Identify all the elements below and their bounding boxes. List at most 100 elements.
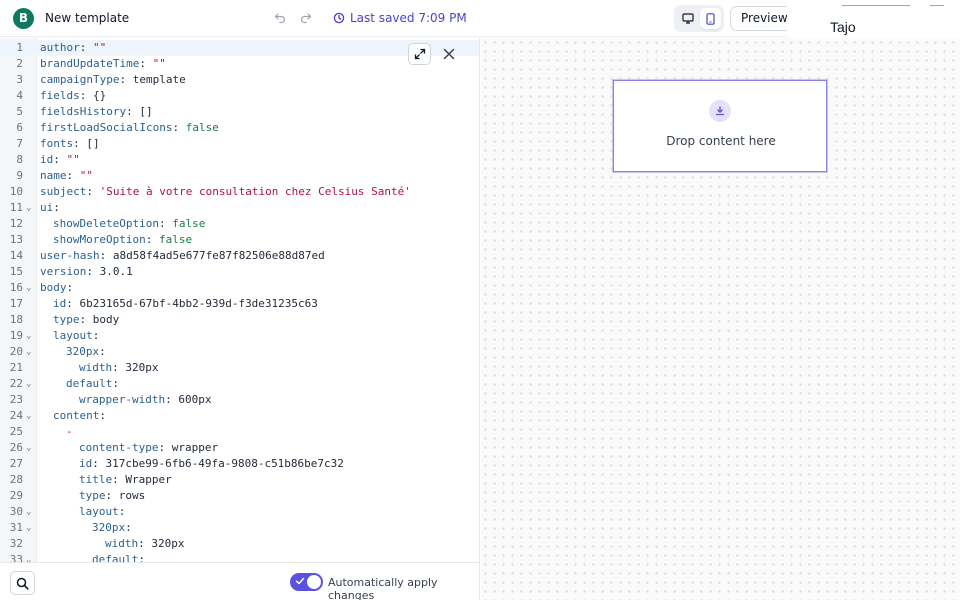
- code-line[interactable]: 12 showDeleteOption: false: [0, 216, 479, 232]
- line-number: 4: [16, 89, 23, 102]
- code-line[interactable]: 10 subject: 'Suite à votre consultation c…: [0, 184, 479, 200]
- code-line[interactable]: 21 width: 320px: [0, 360, 479, 376]
- code-text: wrapper-width: 600px: [79, 393, 212, 406]
- line-number: 2: [16, 57, 23, 70]
- line-number: 12: [9, 217, 23, 230]
- code-line[interactable]: 3 campaignType: template: [0, 72, 479, 88]
- auto-apply-label: Automatically apply changes: [328, 576, 438, 600]
- expand-icon: [414, 48, 425, 60]
- code-line[interactable]: 24 ⌄ content:: [0, 408, 479, 424]
- code-line[interactable]: 20 ⌄ 320px:: [0, 344, 479, 360]
- template-name[interactable]: New template: [45, 11, 129, 25]
- popover-text[interactable]: Tajo: [830, 19, 856, 35]
- code-value: 600px: [178, 393, 212, 406]
- code-key: id: [79, 457, 93, 470]
- code-line[interactable]: 23 wrapper-width: 600px: [0, 392, 479, 408]
- code-key: body: [40, 281, 67, 294]
- fold-chevron-icon[interactable]: ⌄: [26, 552, 35, 562]
- redo-icon: [300, 13, 312, 24]
- code-value: wrapper: [171, 441, 219, 454]
- code-value: false: [172, 217, 206, 230]
- mobile-view-button[interactable]: [700, 8, 721, 29]
- auto-apply-toggle[interactable]: [290, 573, 323, 591]
- code-line[interactable]: 22 ⌄ default:: [0, 376, 479, 392]
- code-text: type: body: [53, 313, 120, 326]
- code-text: user-hash: a8d58f4ad5e677fe87f82506e88d8…: [40, 249, 325, 262]
- preview-button[interactable]: Preview: [730, 6, 794, 31]
- code-line[interactable]: 5 fieldsHistory: []: [0, 104, 479, 120]
- code-line[interactable]: 19 ⌄ layout:: [0, 328, 479, 344]
- mobile-icon: [706, 12, 715, 25]
- line-number: 24: [9, 409, 23, 422]
- drop-zone[interactable]: Drop content here: [613, 80, 827, 172]
- code-key: id: [40, 153, 54, 166]
- expand-editor-button[interactable]: [408, 43, 431, 65]
- fold-chevron-icon[interactable]: ⌄: [26, 440, 35, 456]
- fold-chevron-icon[interactable]: ⌄: [26, 328, 35, 344]
- code-value: 'Suite à votre consultation chez Celsius…: [99, 185, 411, 198]
- undo-button[interactable]: [273, 11, 287, 25]
- code-line[interactable]: 9 name: "": [0, 168, 479, 184]
- code-value: a8d58f4ad5e677fe87f82506e88d87ed: [112, 249, 325, 262]
- fold-chevron-icon[interactable]: ⌄: [26, 344, 35, 360]
- drop-zone-text: Drop content here: [666, 134, 776, 148]
- line-number: 8: [16, 153, 23, 166]
- code-line[interactable]: 17 id: 6b23165d-67bf-4bb2-939d-f3de31235c…: [0, 296, 479, 312]
- code-line[interactable]: 30 ⌄ layout:: [0, 504, 479, 520]
- code-line[interactable]: 15 version: 3.0.1: [0, 264, 479, 280]
- code-value: 3.0.1: [99, 265, 133, 278]
- code-editor[interactable]: 1 author: "" 2 brandUpdateTime: "" 3 campaign…: [0, 38, 480, 562]
- code-line[interactable]: 18 type: body: [0, 312, 479, 328]
- code-line[interactable]: 29 type: rows: [0, 488, 479, 504]
- desktop-view-button[interactable]: [677, 8, 698, 29]
- line-number: 3: [16, 73, 23, 86]
- line-number: 32: [9, 537, 23, 550]
- check-icon: [295, 577, 305, 585]
- code-text: ui:: [40, 201, 60, 214]
- code-line[interactable]: 32 width: 320px: [0, 536, 479, 552]
- code-line[interactable]: 25 -: [0, 424, 479, 440]
- code-line[interactable]: 4 fields: {}: [0, 88, 479, 104]
- download-icon: [709, 100, 731, 122]
- code-text: content:: [53, 409, 106, 422]
- code-line[interactable]: 31 ⌄ 320px:: [0, 520, 479, 536]
- code-line[interactable]: 27 id: 317cbe99-6fb6-49fa-9808-c51b86be7c…: [0, 456, 479, 472]
- line-number: 30: [9, 505, 23, 518]
- code-line[interactable]: 7 fonts: []: [0, 136, 479, 152]
- code-line[interactable]: 33 ⌄ default:: [0, 552, 479, 562]
- fold-chevron-icon[interactable]: ⌄: [26, 504, 35, 520]
- search-button[interactable]: [10, 571, 35, 595]
- line-number: 17: [9, 297, 23, 310]
- code-text: author: "": [40, 41, 107, 54]
- fold-chevron-icon[interactable]: ⌄: [26, 376, 35, 392]
- code-line[interactable]: 28 title: Wrapper: [0, 472, 479, 488]
- code-text: type: rows: [79, 489, 146, 502]
- code-text: version: 3.0.1: [40, 265, 133, 278]
- code-value: "": [152, 57, 166, 70]
- top-bar: B New template Last saved 7:09 PM Previe…: [0, 0, 960, 37]
- code-line[interactable]: 8 id: "": [0, 152, 479, 168]
- redo-button[interactable]: [299, 11, 313, 25]
- code-key: user-hash: [40, 249, 100, 262]
- code-line[interactable]: 16 ⌄ body:: [0, 280, 479, 296]
- fold-chevron-icon[interactable]: ⌄: [26, 280, 35, 296]
- code-line[interactable]: 6 firstLoadSocialIcons: false: [0, 120, 479, 136]
- code-line[interactable]: 13 showMoreOption: false: [0, 232, 479, 248]
- code-value: 6b23165d-67bf-4bb2-939d-f3de31235c63: [79, 297, 318, 310]
- code-value: Wrapper: [125, 473, 172, 486]
- popover-divider-short: [930, 5, 944, 6]
- fold-chevron-icon[interactable]: ⌄: [26, 408, 35, 424]
- app-logo[interactable]: B: [13, 8, 34, 29]
- design-canvas[interactable]: Drop content here: [481, 38, 960, 600]
- code-key: subject: [40, 185, 87, 198]
- line-number: 27: [9, 457, 23, 470]
- fold-chevron-icon[interactable]: ⌄: [26, 200, 35, 216]
- code-line[interactable]: 11 ⌄ ui:: [0, 200, 479, 216]
- code-line[interactable]: 14 user-hash: a8d58f4ad5e677fe87f82506e88…: [0, 248, 479, 264]
- code-line[interactable]: 26 ⌄ content-type: wrapper: [0, 440, 479, 456]
- close-editor-button[interactable]: [442, 47, 456, 61]
- fold-chevron-icon[interactable]: ⌄: [26, 520, 35, 536]
- desktop-icon: [681, 13, 694, 24]
- code-value: false: [158, 233, 193, 246]
- code-text: 320px:: [92, 521, 132, 534]
